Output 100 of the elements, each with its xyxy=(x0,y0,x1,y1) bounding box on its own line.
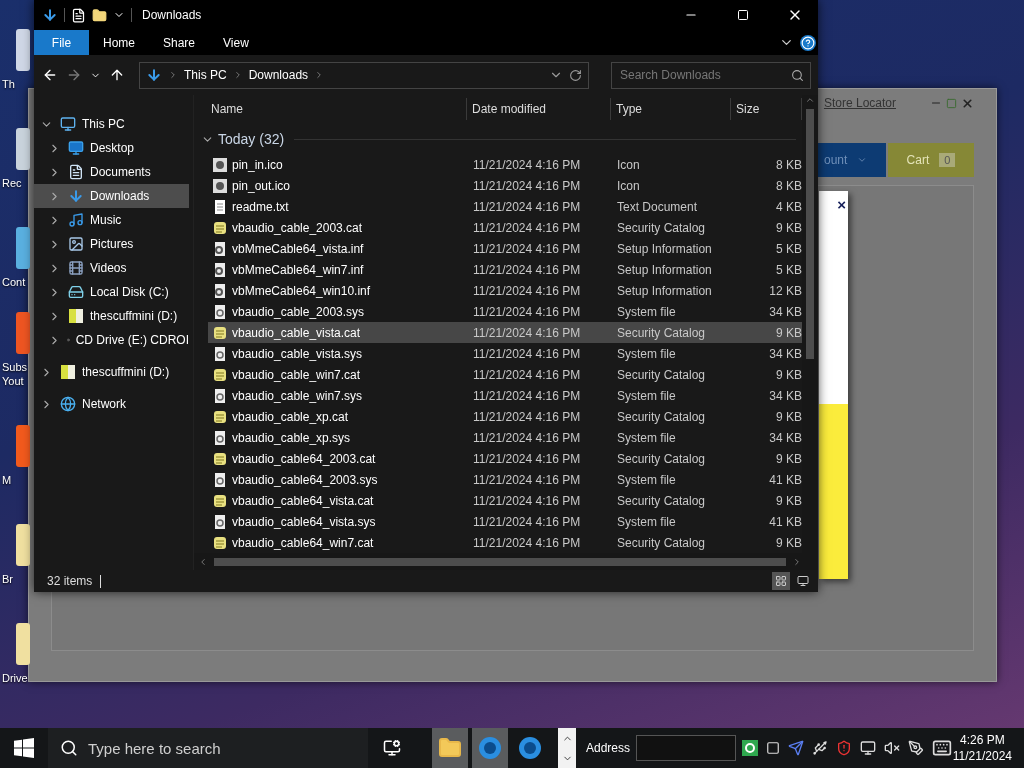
address-bar[interactable]: This PC Downloads xyxy=(139,61,589,89)
tree-item[interactable]: thescuffmini (D:) xyxy=(34,360,189,384)
type-cell-text: System file xyxy=(617,388,677,403)
ribbon-tab[interactable]: Home xyxy=(89,30,149,55)
type-cell-text: System file xyxy=(617,346,677,361)
settings-file-icon xyxy=(212,282,228,299)
forward-icon xyxy=(66,67,82,83)
file-row[interactable]: pin_out.ico 11/21/2024 4:16 PM Icon 8 KB xyxy=(208,175,802,196)
forward-button[interactable] xyxy=(66,67,82,83)
size-cell-text: 9 KB xyxy=(775,451,802,466)
address-field[interactable] xyxy=(636,735,737,761)
file-row[interactable]: vbaudio_cable_xp.cat 11/21/2024 4:16 PM Security Catalog 9 KB xyxy=(208,406,802,427)
tree-item[interactable]: Desktop xyxy=(34,136,189,160)
file-name: vbaudio_cable_vista.cat xyxy=(232,325,362,340)
close-icon[interactable] xyxy=(961,96,974,110)
clock[interactable]: 4:26 PM 11/21/2024 xyxy=(952,732,1024,764)
ribbon-tab[interactable]: View xyxy=(209,30,263,55)
grid-icon xyxy=(775,575,787,587)
size-cell-text: 41 KB xyxy=(768,472,802,487)
desktop-icon-label[interactable]: Th xyxy=(0,77,15,91)
tree-item[interactable]: This PC xyxy=(34,112,189,136)
file-row[interactable]: vbaudio_cable_win7.cat 11/21/2024 4:16 PM Security Catalog 9 KB xyxy=(208,364,802,385)
column-header[interactable]: Date modified xyxy=(467,98,611,120)
tree-item[interactable]: CD Drive (E:) CDROI xyxy=(34,328,189,352)
tree-item[interactable]: Music xyxy=(34,208,189,232)
file-name: vbaudio_cable_win7.cat xyxy=(232,367,362,382)
file-row[interactable]: vbaudio_cable_2003.cat 11/21/2024 4:16 PM Security Catalog 9 KB xyxy=(208,217,802,238)
help-button[interactable] xyxy=(800,34,816,51)
image-file-icon xyxy=(212,177,228,194)
breadcrumb-item[interactable]: Downloads xyxy=(248,68,309,82)
file-row[interactable]: vbaudio_cable64_vista.cat 11/21/2024 4:16 PM Security Catalog 9 KB xyxy=(208,490,802,511)
tree-item[interactable]: Pictures xyxy=(34,232,189,256)
ribbon-tab[interactable]: File xyxy=(34,30,89,55)
scroll-right-icon[interactable] xyxy=(792,556,802,567)
taskbar-app[interactable] xyxy=(472,728,508,768)
film-icon xyxy=(68,260,84,276)
usb-icon[interactable] xyxy=(812,740,829,756)
column-header[interactable]: Type xyxy=(611,98,731,120)
file-name: vbaudio_cable_vista.sys xyxy=(232,346,364,361)
file-row[interactable]: vbaudio_cable64_win7.cat 11/21/2024 4:16 PM Security Catalog 9 KB xyxy=(208,532,802,553)
tray-app-icon[interactable] xyxy=(742,740,759,756)
desktop-icon-label[interactable]: Br xyxy=(0,572,13,586)
scroll-left-icon[interactable] xyxy=(198,556,208,567)
file-row[interactable]: readme.txt 11/21/2024 4:16 PM Text Document 4 KB xyxy=(208,196,802,217)
breadcrumb-item[interactable]: This PC xyxy=(184,68,227,82)
desktop-icon-label[interactable]: Rec xyxy=(0,176,22,190)
file-name: vbaudio_cable_win7.sys xyxy=(232,388,364,403)
taskbar-app[interactable] xyxy=(432,728,468,768)
search-icon xyxy=(791,68,804,82)
properties-icon[interactable] xyxy=(71,7,86,23)
settings-file-icon xyxy=(212,261,228,278)
column-header[interactable]: Name xyxy=(194,98,467,120)
close-button[interactable]: × xyxy=(837,196,846,213)
security-icon[interactable] xyxy=(836,740,853,756)
certificate-file-icon xyxy=(212,408,228,425)
desktop-icon-label[interactable]: Drive xyxy=(0,671,28,685)
up-button[interactable] xyxy=(109,67,125,83)
file-row[interactable]: vbaudio_cable64_2003.cat 11/21/2024 4:16 PM Security Catalog 9 KB xyxy=(208,448,802,469)
file-row[interactable]: vbaudio_cable_vista.cat 11/21/2024 4:16 PM Security Catalog 9 KB xyxy=(208,322,802,343)
details-view-button[interactable] xyxy=(772,572,790,590)
refresh-icon[interactable] xyxy=(569,68,582,82)
file-row[interactable]: vbaudio_cable_2003.sys 11/21/2024 4:16 PM System file 34 KB xyxy=(208,301,802,322)
tree-item[interactable]: Documents xyxy=(34,160,189,184)
file-row[interactable]: vbaudio_cable_vista.sys 11/21/2024 4:16 PM System file 34 KB xyxy=(208,343,802,364)
keyboard-icon[interactable] xyxy=(932,738,953,758)
taskbar-search-field[interactable]: Type here to search xyxy=(88,728,348,768)
back-button[interactable] xyxy=(42,67,58,83)
search-field[interactable]: Search Downloads xyxy=(611,61,811,89)
tree-item[interactable]: Network xyxy=(34,392,189,416)
tree-item[interactable]: thescuffmini (D:) xyxy=(34,304,189,328)
file-row[interactable]: vbMmeCable64_win7.inf 11/21/2024 4:16 PM Setup Information 5 KB xyxy=(208,259,802,280)
desktop-icon-label[interactable]: M xyxy=(0,473,12,487)
date-cell-text: 11/21/2024 4:16 PM xyxy=(473,220,582,235)
file-row[interactable]: vbMmeCable64_win10.inf 11/21/2024 4:16 PM Setup Information 12 KB xyxy=(208,280,802,301)
file-row[interactable]: vbMmeCable64_vista.inf 11/21/2024 4:16 PM Setup Information 5 KB xyxy=(208,238,802,259)
file-row[interactable]: pin_in.ico 11/21/2024 4:16 PM Icon 8 KB xyxy=(208,154,802,175)
file-row[interactable]: vbaudio_cable_win7.sys 11/21/2024 4:16 PM System file 34 KB xyxy=(208,385,802,406)
size-cell-text: 41 KB xyxy=(768,514,802,529)
network-icon[interactable] xyxy=(860,740,877,756)
desktop-icon-label[interactable]: Subs Yout xyxy=(0,360,32,388)
scroll-up-icon[interactable] xyxy=(805,95,815,105)
ribbon-tab[interactable]: Share xyxy=(149,30,210,55)
tree-item[interactable]: Local Disk (C:) xyxy=(34,280,189,304)
taskbar-search-box[interactable]: Type here to search xyxy=(48,728,368,768)
tree-item[interactable]: Downloads xyxy=(34,184,189,208)
desktop-icon-label[interactable]: Cont xyxy=(0,275,26,289)
pen-icon[interactable] xyxy=(908,740,925,756)
file-name: vbaudio_cable64_2003.cat xyxy=(232,451,377,466)
tree-item[interactable]: Videos xyxy=(34,256,189,280)
file-row[interactable]: vbaudio_cable64_2003.sys 11/21/2024 4:16 PM System file 41 KB xyxy=(208,469,802,490)
date-cell-text: 11/21/2024 4:16 PM xyxy=(473,346,582,361)
file-row[interactable]: vbaudio_cable64_vista.sys 11/21/2024 4:16 PM System file 41 KB xyxy=(208,511,802,532)
system-file-icon xyxy=(212,387,228,404)
file-row[interactable]: vbaudio_cable_xp.sys 11/21/2024 4:16 PM System file 34 KB xyxy=(208,427,802,448)
tray-app-icon[interactable] xyxy=(766,741,781,755)
group-header[interactable]: Today (32) xyxy=(218,131,285,148)
volume-muted-icon[interactable] xyxy=(884,740,901,756)
folder-icon[interactable] xyxy=(92,7,107,23)
type-cell-text: Security Catalog xyxy=(617,493,707,508)
size-cell-text: 9 KB xyxy=(775,367,802,382)
